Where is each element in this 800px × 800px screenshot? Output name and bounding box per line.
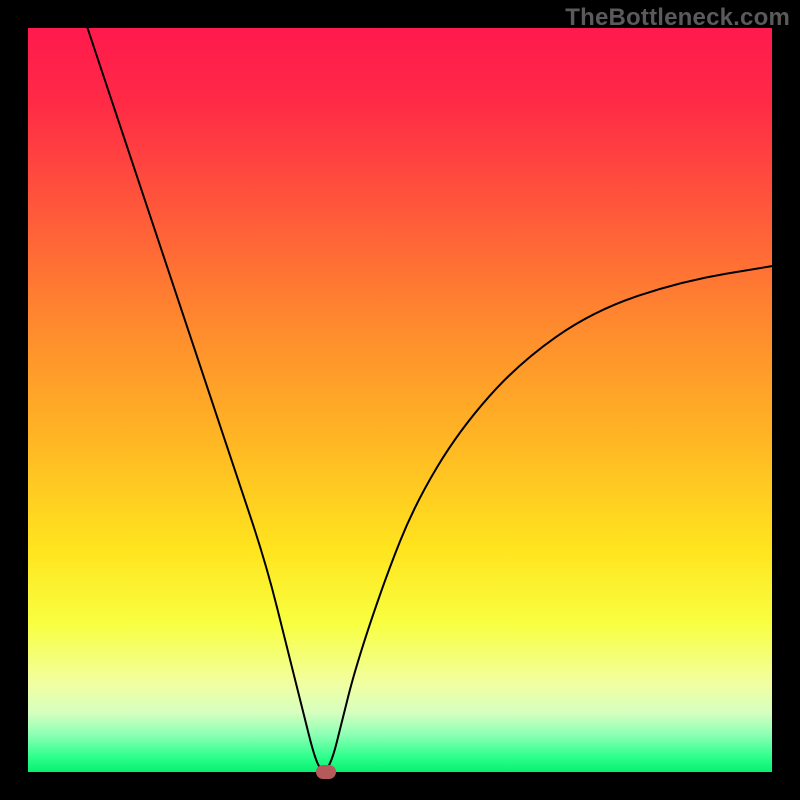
chart-frame: TheBottleneck.com xyxy=(0,0,800,800)
bottleneck-curve xyxy=(88,28,772,772)
plot-area xyxy=(28,28,772,772)
curve-layer xyxy=(28,28,772,772)
minimum-marker xyxy=(316,765,336,779)
